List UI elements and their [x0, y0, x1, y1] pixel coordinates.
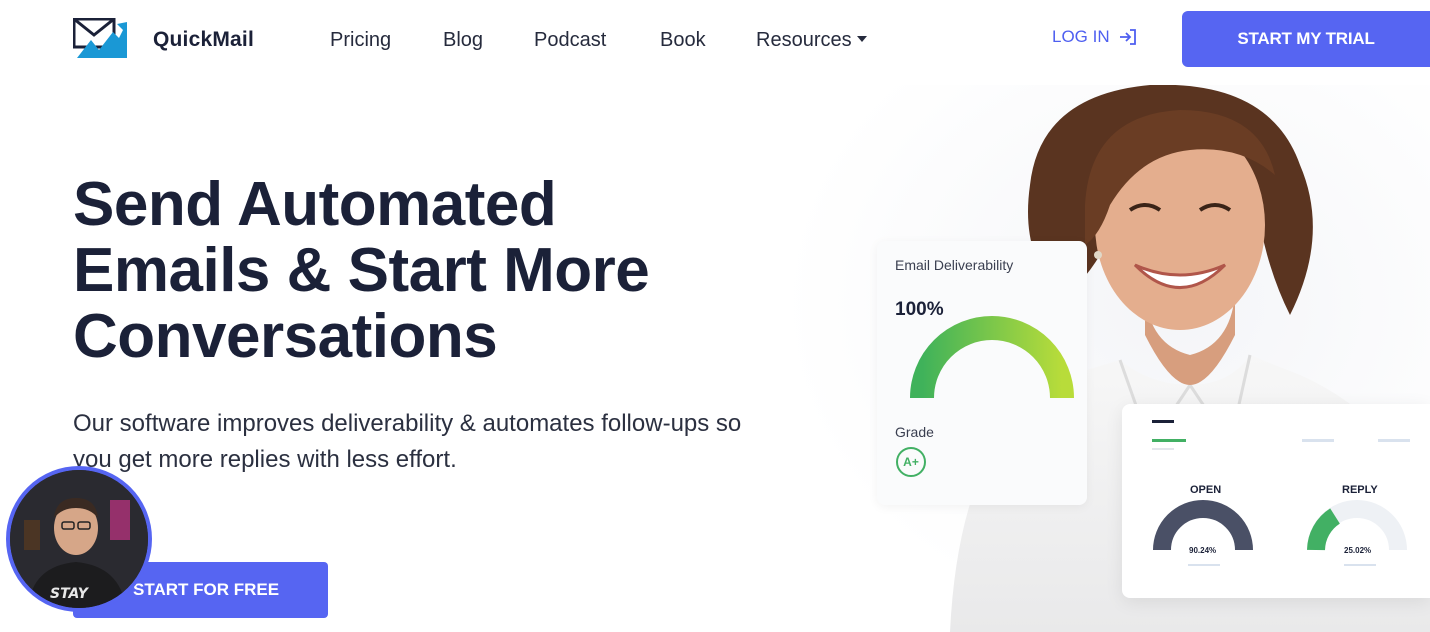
svg-text:STAY: STAY: [50, 586, 90, 602]
grade-label: Grade: [895, 424, 934, 440]
deliverability-label: Email Deliverability: [895, 257, 1014, 273]
deliverability-card: Email Deliverability 100% Grade A+: [877, 241, 1087, 505]
brand-name[interactable]: QuickMail: [153, 28, 254, 52]
quickmail-logo-icon[interactable]: [73, 18, 129, 60]
open-label: OPEN: [1190, 484, 1222, 496]
reply-label: REPLY: [1342, 484, 1378, 496]
login-label: LOG IN: [1052, 27, 1110, 46]
top-navigation: QuickMail Pricing Blog Podcast Book Reso…: [0, 0, 1430, 80]
stats-tab-line: [1302, 439, 1334, 442]
stats-header-line: [1152, 448, 1174, 450]
stats-header-underline: [1152, 439, 1186, 442]
grade-badge: A+: [896, 447, 926, 477]
presenter-video-image: STAY: [10, 470, 148, 608]
start-trial-button[interactable]: START MY TRIAL: [1182, 11, 1430, 67]
stats-tab-line: [1378, 439, 1410, 442]
login-link[interactable]: LOG IN: [1052, 27, 1138, 47]
reply-value: 25.02%: [1344, 546, 1372, 555]
email-stats-card: OPEN 90.24% REPLY 25.02%: [1122, 404, 1430, 598]
hero-title: Send Automated Emails & Start More Conve…: [73, 170, 650, 371]
open-value: 90.24%: [1189, 546, 1217, 555]
nav-link-blog[interactable]: Blog: [443, 29, 483, 52]
stats-header-bar: [1152, 420, 1174, 423]
nav-link-book[interactable]: Book: [660, 29, 706, 52]
login-arrow-icon: [1119, 29, 1136, 45]
video-avatar-bubble[interactable]: STAY: [6, 466, 152, 612]
nav-link-resources[interactable]: Resources: [756, 29, 867, 52]
reply-underline: [1344, 564, 1376, 566]
nav-link-resources-label: Resources: [756, 29, 852, 51]
deliverability-gauge-icon: [910, 316, 1074, 399]
open-underline: [1188, 564, 1220, 566]
nav-link-podcast[interactable]: Podcast: [534, 29, 606, 52]
nav-link-pricing[interactable]: Pricing: [330, 29, 391, 52]
hero-subtitle: Our software improves deliverability & a…: [73, 410, 742, 473]
caret-down-icon: [856, 35, 867, 42]
